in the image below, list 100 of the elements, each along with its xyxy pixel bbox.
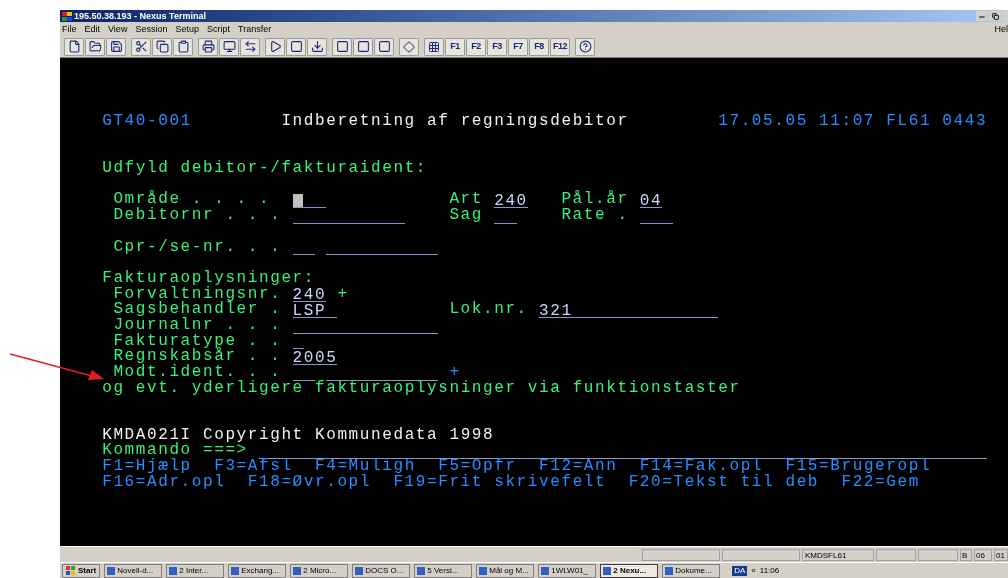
input-field[interactable]: LSP (292, 303, 338, 318)
menu-item[interactable]: Edit (84, 23, 101, 35)
taskbar-button[interactable]: Novell-d... (104, 563, 163, 578)
menu-item[interactable]: Transfer (237, 23, 272, 35)
square-button[interactable] (332, 37, 352, 56)
screen-text: + (337, 286, 349, 303)
language-indicator[interactable]: DA (732, 565, 748, 576)
cut-button[interactable] (131, 37, 151, 56)
menu-item[interactable]: Session (135, 23, 168, 35)
input-field[interactable]: 04 (639, 194, 663, 209)
restore-icon (991, 12, 999, 20)
play-icon (268, 40, 282, 53)
square-button[interactable] (286, 37, 306, 56)
app-icon (603, 566, 612, 575)
paste-button[interactable] (173, 37, 193, 56)
minimize-icon (978, 13, 986, 21)
minimize-button[interactable] (976, 11, 988, 21)
download-icon (310, 40, 324, 53)
taskbar-button[interactable]: Mål og M... (476, 563, 535, 578)
new-file-button[interactable] (64, 37, 84, 56)
function-key-label: F14=Fak.opl (639, 459, 764, 475)
screen-text: Art (449, 192, 483, 209)
clock: 11:06 (759, 564, 780, 577)
input-field[interactable]: 240 (292, 288, 327, 303)
input-field[interactable]: 321 (539, 303, 719, 318)
input-field[interactable]: 2005 (292, 351, 338, 365)
app-icon (231, 566, 240, 575)
copy-button[interactable] (152, 37, 172, 56)
screen-text: og evt. yderligere fakturaoplysninger via funktionstaster (102, 380, 741, 397)
paste-icon (176, 40, 190, 53)
monitor-button[interactable] (219, 37, 239, 56)
function-key-label: F4=Muligh (315, 459, 416, 475)
function-key-label: F22=Gem (841, 474, 920, 491)
square-button[interactable] (353, 37, 373, 56)
status-panel: 06 (974, 548, 992, 561)
diamond-icon (403, 40, 415, 53)
macro-button[interactable]: F7 (508, 37, 528, 56)
taskbar-button[interactable]: DOCS O... (352, 563, 411, 578)
diamond-button[interactable] (399, 37, 419, 56)
window-title: 195.50.38.193 - Nexus Terminal (74, 10, 206, 22)
taskbar-button[interactable]: Dokume... (662, 563, 721, 578)
menu-item[interactable]: File (62, 23, 77, 35)
app-logo-icon (62, 11, 72, 21)
input-field[interactable] (292, 194, 327, 209)
screen-text: Modt.ident. . . (113, 365, 282, 381)
screen-title: Indberetning af regningsdebitor (281, 114, 629, 130)
menu-item[interactable]: Script (206, 23, 230, 35)
screen-text: Cpr-/se-nr. . . (113, 239, 282, 256)
screen-text: Debitornr . . . (113, 208, 282, 224)
help-icon (578, 40, 592, 53)
square-icon (356, 40, 370, 53)
app-icon (417, 566, 426, 575)
macro-button[interactable]: F1 (445, 37, 465, 56)
macro-button[interactable]: F3 (487, 37, 507, 56)
print-button[interactable] (198, 37, 218, 56)
taskbar-button[interactable]: 1WLW01_ (538, 563, 597, 578)
macro-button[interactable]: F2 (466, 37, 486, 56)
help-button[interactable] (575, 37, 595, 56)
taskbar-button[interactable]: 2 Inter... (166, 563, 225, 578)
copy-icon (155, 40, 169, 53)
square-icon (377, 40, 391, 53)
screen-text: Sag (449, 208, 483, 224)
function-key-label: F3=Afsl (214, 459, 293, 475)
app-icon (355, 566, 364, 575)
macro-button[interactable]: F8 (529, 37, 549, 56)
square-icon (289, 40, 303, 53)
macro-button[interactable]: F12 (550, 37, 570, 56)
play-button[interactable] (265, 37, 285, 56)
start-button[interactable]: Start (62, 563, 101, 578)
restore-button[interactable] (989, 11, 1001, 21)
arrows-button[interactable] (240, 37, 260, 56)
function-key-label: F12=Ann (539, 459, 618, 475)
taskbar-button[interactable]: 2 Micro... (290, 563, 349, 578)
status-panel: B (960, 548, 972, 561)
screen-text: Rate . (561, 208, 629, 224)
menu-item[interactable]: Hel (994, 23, 1008, 35)
input-field[interactable]: 240 (494, 194, 528, 209)
status-panel (876, 548, 916, 561)
function-key-label: F5=Opfr (438, 459, 517, 475)
save-icon (109, 40, 123, 53)
cut-icon (134, 40, 148, 53)
function-key-label: F19=Frit skrivefelt (393, 474, 607, 491)
open-folder-button[interactable] (85, 37, 105, 56)
screen-text: Regnskabsår . . (113, 349, 282, 365)
tray-expand-button[interactable]: « (751, 564, 756, 577)
screen-text: GT40-001 (102, 114, 192, 130)
save-button[interactable] (106, 37, 126, 56)
menu-item[interactable]: View (108, 23, 128, 35)
arrows-icon (243, 40, 257, 53)
screen-text: Pål.år (561, 192, 629, 209)
grid-button[interactable] (424, 37, 444, 56)
taskbar-button[interactable]: Exchang... (228, 563, 287, 578)
app-icon (479, 566, 488, 575)
taskbar-button[interactable]: 2 Nexu... (600, 563, 659, 578)
taskbar-button[interactable]: 5 Versi... (414, 563, 473, 578)
status-panel (918, 548, 958, 561)
download-button[interactable] (307, 37, 327, 56)
menu-item[interactable]: Setup (175, 23, 199, 35)
screen-text: Journalnr . . . (113, 317, 282, 334)
square-button[interactable] (374, 37, 394, 56)
